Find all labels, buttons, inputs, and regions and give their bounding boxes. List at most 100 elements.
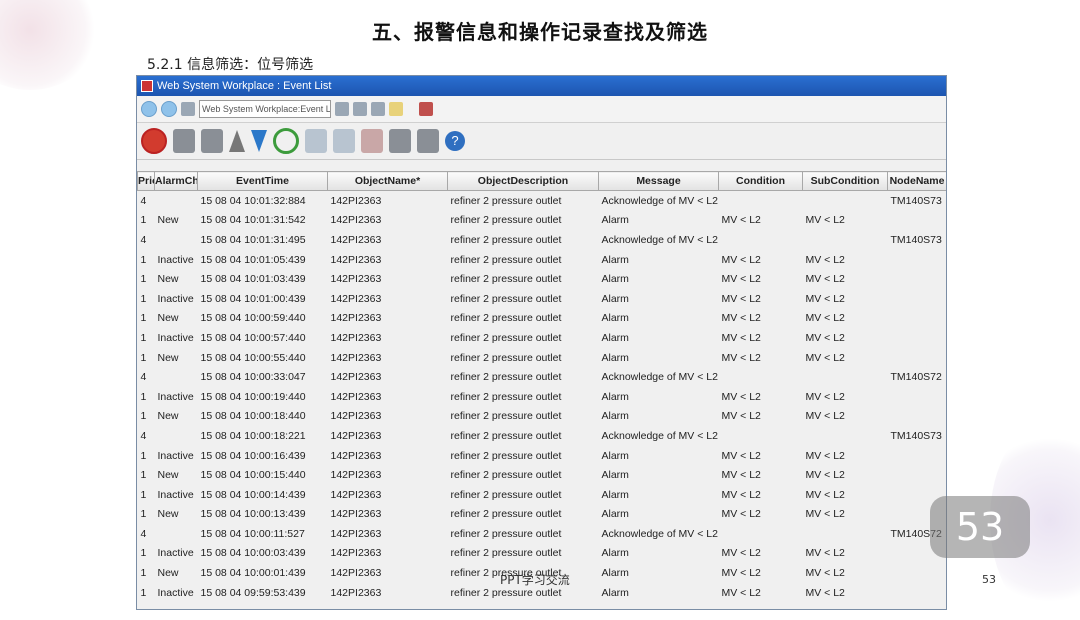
table-cell [888, 250, 947, 270]
table-cell: 1 [140, 410, 147, 423]
table-row[interactable]: 4 15 08 04 10:01:32:884 142PI2363 refiner 2… [138, 191, 947, 211]
table-cell: 15 08 04 10:01:31:495 [200, 233, 306, 246]
table-cell: New [157, 312, 179, 325]
table-cell: MV < L2 [805, 567, 845, 580]
tool-icon[interactable] [353, 102, 367, 116]
magnifier-icon[interactable] [371, 102, 385, 116]
arrow-up-icon[interactable] [229, 130, 245, 152]
footer-text: PPT学习交流 [500, 573, 570, 587]
table-cell: Inactive [157, 390, 194, 403]
column-header-subcondition[interactable]: SubCondition [802, 171, 888, 191]
table-cell: 15 08 04 10:00:18:440 [200, 410, 306, 423]
print-icon[interactable] [389, 129, 411, 153]
table-cell: 15 08 04 10:00:11:527 [200, 527, 305, 540]
table-row[interactable]: 4 15 08 04 10:00:33:047 142PI2363 refiner 2… [138, 367, 947, 387]
table-row[interactable]: 1 Inactive 15 08 04 10:00:57:440 142PI2363 r… [138, 328, 947, 348]
table-row[interactable]: 1 New 15 08 04 10:00:55:440 142PI2363 refine… [138, 348, 947, 368]
table-cell: 142PI2363 [330, 547, 382, 560]
table-cell: MV < L2 [805, 390, 845, 403]
table-cell: 142PI2363 [330, 233, 382, 246]
document-icon[interactable] [173, 129, 195, 153]
table-cell: 15 08 04 10:00:57:440 [200, 331, 306, 344]
table-row[interactable]: 1 New 15 08 04 10:00:15:440 142PI2363 refine… [138, 465, 947, 485]
table-cell: TM140S73 [890, 194, 942, 207]
table-cell: 1 [140, 331, 147, 344]
export-icon[interactable] [417, 129, 439, 153]
table-cell [888, 309, 947, 329]
table-cell: 142PI2363 [330, 331, 382, 344]
table-cell: refiner 2 pressure outlet [450, 253, 562, 266]
table-row[interactable]: 1 Inactive 15 08 04 10:01:00:439 142PI2363 r… [138, 289, 947, 309]
sun-icon[interactable] [389, 102, 403, 116]
table-cell: MV < L2 [721, 547, 761, 560]
table-cell [719, 524, 803, 544]
table-row[interactable]: 1 New 15 08 04 10:00:59:440 142PI2363 refine… [138, 309, 947, 329]
table-cell: 142PI2363 [330, 567, 382, 580]
table-cell: refiner 2 pressure outlet [450, 273, 562, 286]
table-row[interactable]: 1 Inactive 15 08 04 10:01:05:439 142PI2363 r… [138, 250, 947, 270]
table-cell: Alarm [601, 390, 629, 403]
table-cell [888, 211, 947, 231]
table-cell: MV < L2 [721, 567, 761, 580]
forward-icon[interactable] [161, 101, 177, 117]
table-cell [888, 407, 947, 427]
table-cell [803, 524, 888, 544]
copy-icon[interactable] [201, 129, 223, 153]
address-input[interactable]: Web System Workplace:Event List [199, 100, 331, 118]
table-row[interactable]: 1 New 15 08 04 10:01:03:439 142PI2363 refine… [138, 269, 947, 289]
table-cell: refiner 2 pressure outlet [450, 351, 562, 364]
column-header-objectdescription[interactable]: ObjectDescription [447, 171, 599, 191]
column-header-eventtime[interactable]: EventTime [197, 171, 328, 191]
table-cell: Alarm [601, 586, 629, 599]
column-header-objectname[interactable]: ObjectName* [327, 171, 448, 191]
scales-icon[interactable] [335, 102, 349, 116]
column-header-nodename[interactable]: NodeName [887, 171, 946, 191]
table-row[interactable]: 1 New 15 08 04 10:00:13:439 142PI2363 refine… [138, 505, 947, 525]
arrow-down-icon[interactable] [251, 130, 267, 152]
ring-icon[interactable] [273, 128, 299, 154]
table-cell: 142PI2363 [330, 469, 382, 482]
window-title: Web System Workplace : Event List [157, 80, 332, 92]
table-cell: Inactive [157, 488, 194, 501]
list-icon[interactable] [305, 129, 327, 153]
table-row[interactable]: 1 Inactive 15 08 04 10:00:14:439 142PI2363 r… [138, 485, 947, 505]
help-icon[interactable]: ? [445, 131, 465, 151]
stop-icon[interactable] [141, 128, 167, 154]
list-edit-icon[interactable] [333, 129, 355, 153]
table-cell: 15 08 04 10:00:33:047 [200, 371, 306, 384]
table-cell: 1 [140, 508, 147, 521]
app-icon [141, 80, 153, 92]
back-icon[interactable] [141, 101, 157, 117]
table-cell: MV < L2 [721, 508, 761, 521]
table-cell: MV < L2 [805, 488, 845, 501]
table-cell [719, 367, 803, 387]
table-cell: 15 08 04 10:00:13:439 [200, 508, 306, 521]
table-row[interactable]: 1 Inactive 15 08 04 10:00:16:439 142PI2363 r… [138, 446, 947, 466]
page-icon[interactable] [181, 102, 195, 116]
table-cell: 142PI2363 [330, 292, 382, 305]
table-cell: refiner 2 pressure outlet [450, 194, 562, 207]
list-check-icon[interactable] [361, 129, 383, 153]
table-cell: 15 08 04 10:01:05:439 [200, 253, 306, 266]
table-cell: 142PI2363 [330, 390, 382, 403]
column-header-condition[interactable]: Condition [718, 171, 803, 191]
table-row[interactable]: 1 Inactive 15 08 04 10:00:19:440 142PI2363 r… [138, 387, 947, 407]
table-row[interactable]: 1 New 15 08 04 10:01:31:542 142PI2363 refine… [138, 211, 947, 231]
column-header-message[interactable]: Message [598, 171, 719, 191]
table-cell: MV < L2 [805, 331, 845, 344]
table-cell: 1 [140, 469, 147, 482]
table-row[interactable]: 1 Inactive 15 08 04 10:00:03:439 142PI2363 r… [138, 544, 947, 564]
column-header-prio[interactable]: Prio [137, 171, 155, 191]
table-row[interactable]: 1 New 15 08 04 10:00:18:440 142PI2363 refine… [138, 407, 947, 427]
table-cell: Inactive [157, 586, 194, 599]
grid-icon[interactable] [419, 102, 433, 116]
window-titlebar: Web System Workplace : Event List [137, 76, 946, 96]
table-cell: 1 [140, 214, 147, 227]
table-cell: 1 [140, 273, 147, 286]
column-header-alarmchange[interactable]: AlarmCha [154, 171, 198, 191]
table-row[interactable]: 4 15 08 04 10:00:11:527 142PI2363 refiner 2… [138, 524, 947, 544]
table-cell [803, 426, 888, 446]
table-row[interactable]: 4 15 08 04 10:00:18:221 142PI2363 refiner 2… [138, 426, 947, 446]
table-row[interactable]: 4 15 08 04 10:01:31:495 142PI2363 refiner 2… [138, 230, 947, 250]
table-cell [888, 328, 947, 348]
